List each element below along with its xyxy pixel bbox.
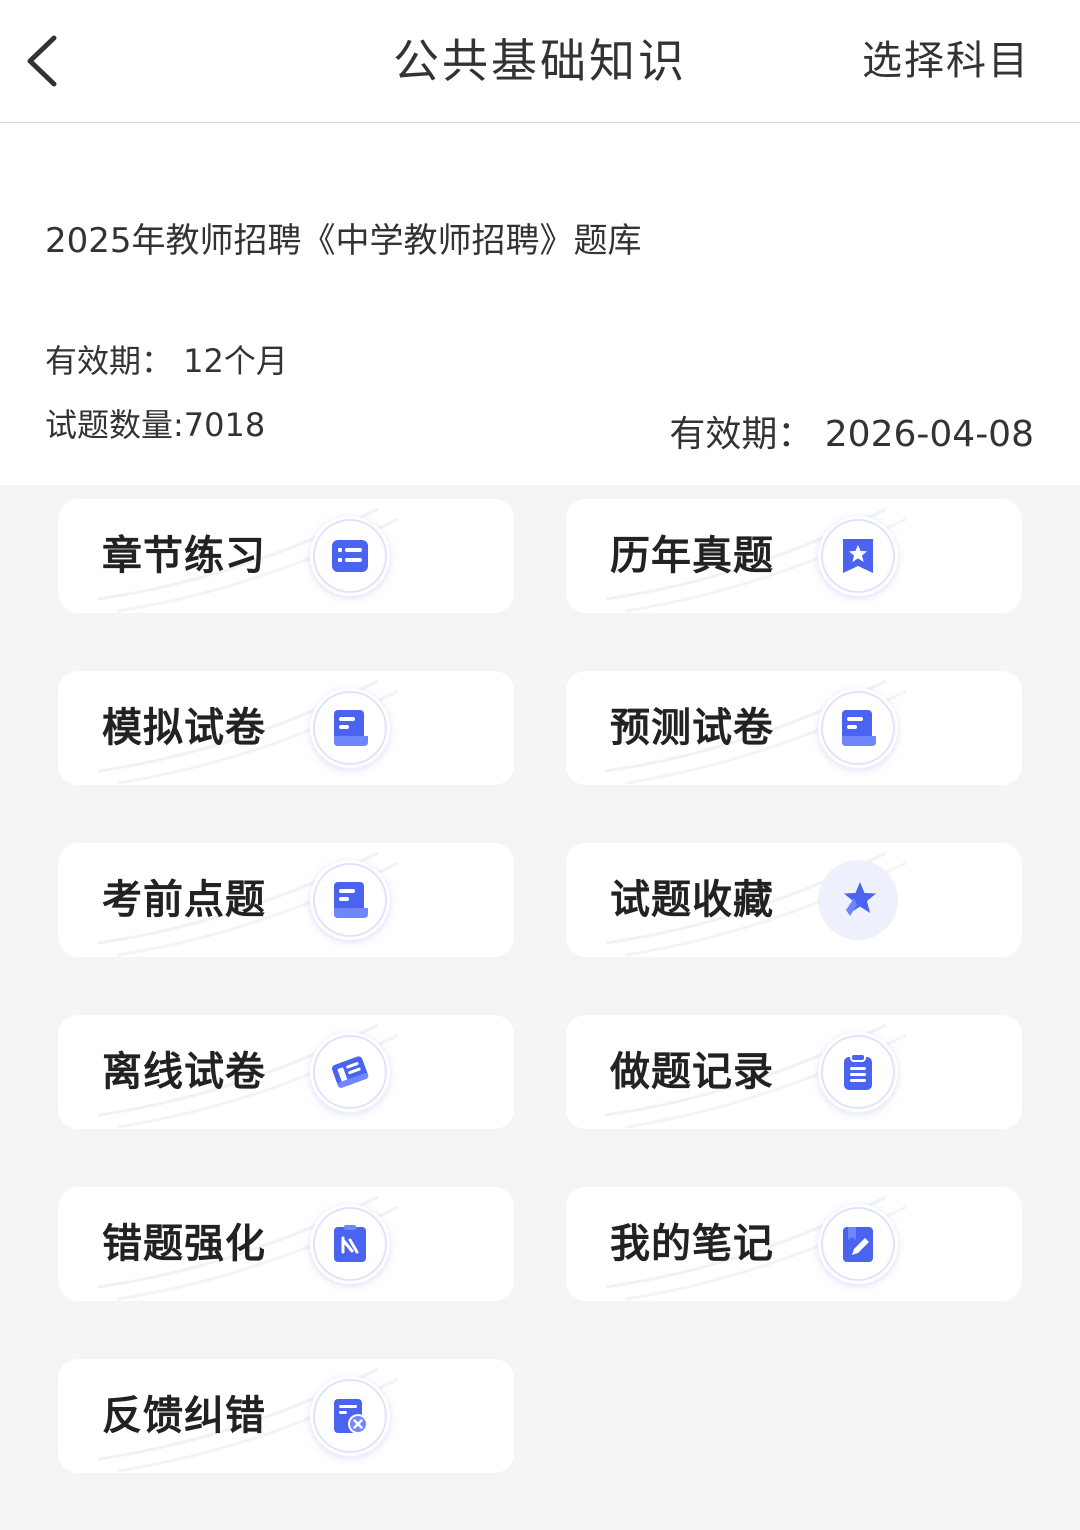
list-icon — [332, 540, 368, 572]
select-subject-button[interactable]: 选择科目 — [862, 30, 1030, 92]
menu-item-label: 试题收藏 — [610, 877, 774, 923]
menu-item-favorites[interactable]: 试题收藏 — [566, 843, 1022, 957]
menu-item-mock-exam[interactable]: 模拟试卷 — [58, 671, 514, 785]
menu-item-wrong-questions[interactable]: 错题强化 — [58, 1187, 514, 1301]
bank-name: 2025年教师招聘《中学教师招聘》题库 — [45, 221, 642, 261]
clipboard-icon — [844, 1053, 872, 1090]
menu-item-pre-exam-tips[interactable]: 考前点题 — [58, 843, 514, 957]
menu-item-label: 错题强化 — [102, 1221, 266, 1267]
menu-item-feedback[interactable]: 反馈纠错 — [58, 1359, 514, 1473]
menu-item-label: 模拟试卷 — [102, 705, 266, 751]
menu-item-label: 预测试卷 — [610, 705, 774, 751]
paper-icon — [334, 882, 368, 918]
question-bank-info: 2025年教师招聘《中学教师招聘》题库 有效期： 12个月 试题数量:7018 … — [0, 123, 1080, 485]
menu-item-label: 离线试卷 — [102, 1049, 266, 1095]
top-nav-bar: 公共基础知识 选择科目 — [0, 0, 1080, 123]
menu-item-past-exams[interactable]: 历年真题 — [566, 499, 1022, 613]
paper-icon — [842, 710, 876, 746]
menu-item-label: 章节练习 — [102, 533, 266, 579]
wrong-question-icon — [334, 1225, 366, 1262]
menu-item-label: 做题记录 — [610, 1049, 774, 1095]
validity-period: 有效期： 12个月 — [45, 342, 288, 380]
star-bookmark-icon — [843, 539, 873, 573]
menu-item-practice-history[interactable]: 做题记录 — [566, 1015, 1022, 1129]
paper-icon — [334, 710, 368, 746]
offline-paper-icon — [331, 1056, 369, 1088]
expire-date: 有效期： 2026-04-08 — [669, 414, 1034, 455]
note-pen-icon — [843, 1227, 873, 1262]
star-icon — [844, 882, 876, 916]
menu-item-label: 反馈纠错 — [102, 1393, 266, 1439]
menu-item-offline-exam[interactable]: 离线试卷 — [58, 1015, 514, 1129]
menu-item-label: 历年真题 — [610, 533, 774, 579]
menu-item-predicted-exam[interactable]: 预测试卷 — [566, 671, 1022, 785]
menu-item-chapter-practice[interactable]: 章节练习 — [58, 499, 514, 613]
feedback-icon — [334, 1399, 368, 1434]
menu-item-label: 考前点题 — [102, 877, 266, 923]
question-count: 试题数量:7018 — [45, 406, 266, 444]
menu-item-my-notes[interactable]: 我的笔记 — [566, 1187, 1022, 1301]
menu-item-label: 我的笔记 — [610, 1221, 774, 1267]
